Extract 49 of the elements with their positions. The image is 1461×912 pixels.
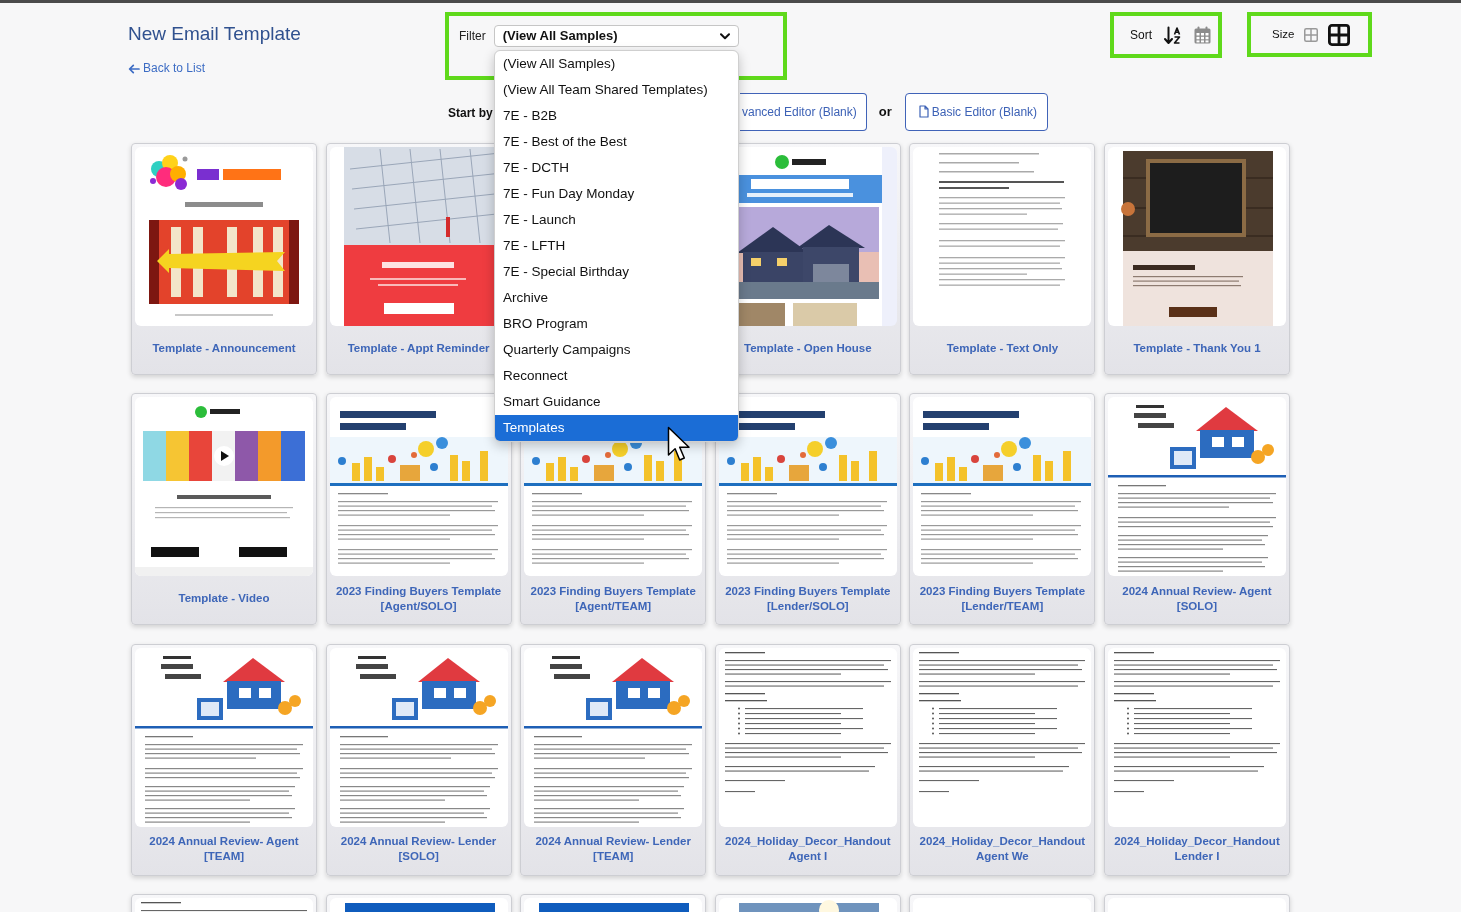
dropdown-option[interactable]: 7E - Fun Day Monday [495,181,738,207]
sort-label: Sort [1130,27,1152,44]
file-icon [918,105,929,118]
dropdown-option[interactable]: 7E - Launch [495,207,738,233]
grid-small-icon[interactable] [1304,27,1319,42]
size-label: Size [1272,26,1295,42]
template-title[interactable]: 2024 Annual Review- Lender [TEAM] [526,834,701,864]
dropdown-option[interactable]: 7E - Best of the Best [495,129,738,155]
dropdown-option[interactable]: (View All Samples) [495,51,738,77]
template-title[interactable]: Template - Video [178,591,270,606]
dropdown-option[interactable]: 7E - B2B [495,103,738,129]
filter-label: Filter [459,28,486,45]
template-title[interactable]: 2023 Finding Buyers Template [Lender/SOLO] [720,583,895,614]
template-title[interactable]: Template - Open House [744,340,872,356]
template-title[interactable]: Template - Announcement [152,340,296,356]
dropdown-option[interactable]: Smart Guidance [495,389,738,415]
back-link[interactable]: Back to List [128,61,206,76]
or-text: or [878,102,892,121]
template-title[interactable]: 2023 Finding Buyers Template [Lender/TEAM] [915,583,1090,614]
chevron-down-icon [719,32,730,40]
template-title[interactable]: 2024 Annual Review- Lender [SOLO] [331,834,506,864]
dropdown-option[interactable]: 7E - DCTH [495,155,738,181]
page-title: New Email Template [128,22,301,46]
template-title[interactable]: 2024_Holiday_Decor_Handout Agent We [915,834,1090,864]
template-title[interactable]: Template - Thank You 1 [1133,340,1261,356]
dropdown-option[interactable]: Reconnect [495,363,738,389]
basic-editor-button[interactable]: Basic Editor (Blank) [904,92,1049,131]
calendar-icon[interactable] [1194,26,1211,44]
template-title[interactable]: 2024_Holiday_Decor_Handout Lender I [1109,834,1284,864]
template-title[interactable]: 2024 Annual Review- Agent [SOLO] [1109,583,1284,614]
template-title[interactable]: 2024 Annual Review- Agent [TEAM] [137,834,311,864]
dropdown-option[interactable]: 7E - LFTH [495,233,738,259]
arrow-left-icon [128,63,140,74]
dropdown-option[interactable]: 7E - Special Birthday [495,259,738,285]
template-title[interactable]: Template - Appt Reminder [347,340,490,356]
template-title[interactable]: Template - Text Only [946,340,1059,356]
filter-select[interactable]: (View All Samples) [493,25,739,47]
start-prompt: Start by [448,105,493,120]
dropdown-option[interactable]: Quarterly Campaigns [495,337,738,363]
dropdown-option[interactable]: BRO Program [495,311,738,337]
sort-icon[interactable] [1164,25,1182,45]
dropdown-option[interactable]: (View All Team Shared Templates) [495,77,738,103]
template-title[interactable]: 2023 Finding Buyers Template [Agent/TEAM] [526,583,701,614]
template-title[interactable]: 2023 Finding Buyers Template [Agent/SOLO] [331,583,506,614]
grid-large-icon[interactable] [1328,23,1351,46]
dropdown-option[interactable]: Archive [495,285,738,311]
template-title[interactable]: 2024_Holiday_Decor_Handout Agent I [720,834,895,864]
dropdown-option[interactable]: Templates [495,415,738,441]
advanced-editor-button[interactable]: vanced Editor (Blank) [740,92,867,131]
